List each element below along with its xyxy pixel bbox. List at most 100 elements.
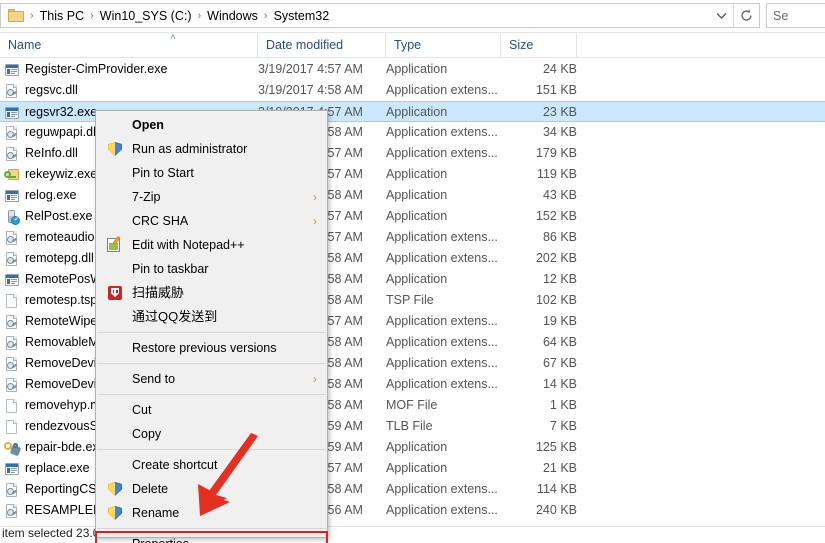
menu-item-delete[interactable]: Delete — [96, 477, 327, 501]
file-type-cell: Application — [386, 272, 448, 286]
file-type-cell: Application extens... — [386, 146, 498, 160]
file-name-label: ReInfo.dll — [25, 146, 78, 160]
menu-item-label: 7-Zip — [132, 190, 161, 204]
file-name-cell[interactable]: Register-CimProvider.exe — [0, 59, 254, 80]
menu-item-restore-previous-versions[interactable]: Restore previous versions — [96, 336, 327, 360]
chevron-right-icon: › — [313, 372, 317, 386]
menu-item-[interactable]: 扫描威胁 — [96, 281, 327, 305]
file-type-cell: Application — [386, 167, 448, 181]
application-exe-icon — [4, 188, 20, 204]
address-bar-controls — [709, 4, 759, 27]
menu-item-label: Restore previous versions — [132, 341, 277, 355]
dll-file-icon — [4, 356, 20, 372]
file-type-cell: Application extens... — [386, 482, 498, 496]
menu-item-label: Edit with Notepad++ — [132, 238, 245, 252]
menu-separator — [97, 332, 326, 333]
column-header-type[interactable]: Type — [386, 33, 501, 58]
menu-item-properties[interactable]: Properties — [95, 531, 328, 543]
file-type-cell: Application — [386, 521, 501, 525]
chevron-down-icon[interactable] — [709, 4, 733, 27]
column-header-date-modified[interactable]: Date modified — [258, 33, 386, 58]
menu-item-cut[interactable]: Cut — [96, 398, 327, 422]
key-wizard-icon — [4, 167, 20, 183]
column-header-name-label: Name — [8, 38, 42, 52]
file-name-label: regsvc.dll — [25, 83, 78, 97]
menu-item-open[interactable]: Open — [96, 113, 327, 137]
file-size-cell: 43 KB — [542, 188, 577, 202]
address-bar: › This PC › Win10_SYS (C:) › Windows › System32… — [0, 0, 825, 31]
file-name-label: replace.exe — [25, 461, 90, 475]
file-size-cell: 1 KB — [549, 398, 577, 412]
menu-item-crc-sha[interactable]: CRC SHA › — [96, 209, 327, 233]
menu-item-send-to[interactable]: Send to › — [96, 367, 327, 391]
file-explorer-window: › This PC › Win10_SYS (C:) › Windows › System32… — [0, 0, 825, 543]
column-header-row: Name ˄ Date modified Type Size — [0, 32, 825, 58]
menu-item-copy[interactable]: Copy — [96, 422, 327, 446]
file-size-cell: 19 KB — [542, 314, 577, 328]
menu-item-edit-with-notepad++[interactable]: Edit with Notepad++ — [96, 233, 327, 257]
file-type-cell: Application extens... — [386, 230, 498, 244]
file-type-cell: Application extens... — [386, 125, 498, 139]
menu-item-label: Pin to Start — [132, 166, 194, 180]
breadcrumb-item-this-pc[interactable]: This PC — [35, 6, 89, 26]
menu-separator — [97, 449, 326, 450]
menu-item-pin-to-start[interactable]: Pin to Start — [96, 161, 327, 185]
file-size-cell: 125 KB — [535, 440, 577, 454]
dll-file-icon — [4, 503, 20, 519]
column-header-date-label: Date modified — [266, 38, 344, 52]
file-name-label: Register-CimProvider.exe — [25, 62, 168, 76]
file-size-cell: 64 KB — [542, 335, 577, 349]
breadcrumb-item-win10-sys-c[interactable]: Win10_SYS (C:) — [95, 6, 197, 26]
file-size-cell: 21 KB — [542, 461, 577, 475]
menu-item-rename[interactable]: Rename — [96, 501, 327, 525]
file-type-cell: Application extens... — [386, 251, 498, 265]
address-path-box[interactable]: › This PC › Win10_SYS (C:) › Windows › System32 — [0, 3, 760, 28]
breadcrumb-item-system32[interactable]: System32 — [269, 6, 335, 26]
dll-file-icon — [4, 482, 20, 498]
breadcrumb-item-windows[interactable]: Windows — [202, 6, 263, 26]
menu-item-7-zip[interactable]: 7-Zip › — [96, 185, 327, 209]
column-header-size[interactable]: Size — [501, 33, 577, 58]
file-type-cell: TSP File — [386, 293, 434, 307]
application-exe-icon — [4, 272, 20, 288]
menu-item-qq[interactable]: 通过QQ发送到 — [96, 305, 327, 329]
file-type-cell: Application extens... — [386, 314, 498, 328]
dll-file-icon — [4, 83, 20, 99]
table-row[interactable]: Register-CimProvider.exe 3/19/2017 4:57 A… — [0, 59, 825, 80]
file-type-cell: Application extens... — [386, 356, 498, 370]
notepadpp-icon — [107, 236, 123, 253]
file-size-cell: 7 KB — [549, 419, 577, 433]
file-name-cell[interactable]: regsvc.dll — [0, 80, 254, 101]
menu-item-label: Cut — [132, 403, 152, 417]
search-input[interactable]: Se — [766, 3, 825, 28]
refresh-icon[interactable] — [733, 4, 759, 27]
column-header-name[interactable]: Name ˄ — [0, 33, 258, 58]
file-name-label: repair-bde.exe — [25, 440, 106, 454]
dll-file-icon — [4, 377, 20, 393]
file-size-cell: 119 KB — [536, 167, 577, 181]
menu-item-label: Pin to taskbar — [132, 262, 209, 276]
file-date-cell: 3/19/2017 4:57 AM — [258, 62, 363, 76]
file-type-cell: Application extens... — [386, 503, 498, 517]
file-name-label: reguwpapi.dll — [25, 125, 99, 139]
menu-item-label: Create shortcut — [132, 458, 218, 472]
table-row[interactable]: regsvc.dll 3/19/2017 4:58 AM Application e… — [0, 80, 825, 101]
menu-item-create-shortcut[interactable]: Create shortcut — [96, 453, 327, 477]
application-exe-icon — [4, 62, 20, 78]
shield-icon — [107, 481, 123, 497]
file-size-cell: 114 KB — [536, 482, 577, 496]
context-menu[interactable]: Open Run as administrator Pin to Start 7-Zi… — [95, 110, 328, 543]
breadcrumb: › This PC › Win10_SYS (C:) › Windows › System32 — [27, 4, 334, 27]
file-date-cell: 3/19/2017 4:58 AM — [258, 83, 363, 97]
menu-item-pin-to-taskbar[interactable]: Pin to taskbar — [96, 257, 327, 281]
application-exe-icon — [4, 461, 20, 477]
menu-item-label: 通过QQ发送到 — [132, 309, 218, 324]
menu-item-label: Rename — [132, 506, 180, 520]
file-size-cell: 179 KB — [535, 146, 577, 160]
file-type-cell: Application — [386, 461, 448, 475]
file-type-cell: Application — [386, 188, 448, 202]
menu-item-run-as-administrator[interactable]: Run as administrator — [96, 137, 327, 161]
file-size-cell: 23 KB — [542, 105, 577, 119]
file-size-cell: 17 KB — [501, 521, 577, 525]
file-name-label: regsvr32.exe — [25, 105, 98, 119]
